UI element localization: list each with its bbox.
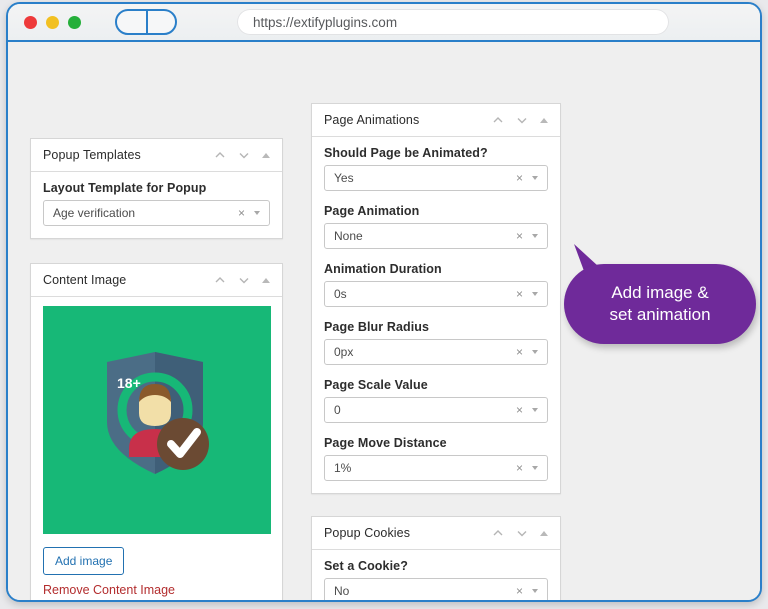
url-input[interactable]: https://extifyplugins.com <box>237 9 669 35</box>
add-image-button[interactable]: Add image <box>43 547 124 575</box>
clear-icon[interactable]: × <box>238 207 254 219</box>
select-set-a-cookie[interactable]: No × <box>324 578 548 602</box>
callout-bubble: Add image & set animation <box>564 242 756 344</box>
split-tab-icon[interactable] <box>115 9 177 35</box>
chevron-down-icon[interactable] <box>516 527 528 539</box>
chevron-up-icon[interactable] <box>214 274 226 286</box>
panel-title: Popup Cookies <box>324 526 492 540</box>
panel-header-icons <box>492 527 550 539</box>
panel-content-image: Content Image <box>30 263 283 602</box>
browser-window: https://extifyplugins.com Popup Template… <box>6 2 762 602</box>
chevron-down-icon[interactable] <box>532 408 538 412</box>
panel-body-content-image: 18+ Add image Remove Content Image <box>31 297 282 602</box>
select-value: 1% <box>334 461 516 475</box>
select-value: Yes <box>334 171 516 185</box>
panel-page-animations: Page Animations Should Page be Animated?… <box>311 103 561 494</box>
panel-header-page-animations[interactable]: Page Animations <box>312 104 560 137</box>
select-page-move-distance[interactable]: 1% × <box>324 455 548 481</box>
select-page-scale-value[interactable]: 0 × <box>324 397 548 423</box>
chevron-down-icon[interactable] <box>532 466 538 470</box>
select-value: Age verification <box>53 206 238 220</box>
remove-content-image-link[interactable]: Remove Content Image <box>43 583 270 597</box>
close-window-button[interactable] <box>24 16 37 29</box>
panel-title: Popup Templates <box>43 148 214 162</box>
select-value: 0px <box>334 345 516 359</box>
callout-text: Add image & set animation <box>564 264 756 344</box>
clear-icon[interactable]: × <box>516 585 532 597</box>
clear-icon[interactable]: × <box>516 462 532 474</box>
field-label-layout-template: Layout Template for Popup <box>43 181 270 195</box>
panel-body-popup-cookies: Set a Cookie? No × <box>312 550 560 602</box>
panel-header-icons <box>214 274 272 286</box>
field-label-animation-duration: Animation Duration <box>324 262 548 276</box>
panel-popup-templates: Popup Templates Layout Template for Popu… <box>30 138 283 239</box>
panel-header-popup-templates[interactable]: Popup Templates <box>31 139 282 172</box>
chevron-down-icon[interactable] <box>254 211 260 215</box>
field-label-should-page-be-animated: Should Page be Animated? <box>324 146 548 160</box>
chevron-down-icon[interactable] <box>238 149 250 161</box>
chevron-down-icon[interactable] <box>238 274 250 286</box>
svg-text:18+: 18+ <box>117 375 141 391</box>
field-label-page-blur-radius: Page Blur Radius <box>324 320 548 334</box>
select-value: None <box>334 229 516 243</box>
minimize-window-button[interactable] <box>46 16 59 29</box>
field-label-set-a-cookie: Set a Cookie? <box>324 559 548 573</box>
chevron-up-icon[interactable] <box>492 527 504 539</box>
collapse-triangle-icon[interactable] <box>262 278 270 283</box>
clear-icon[interactable]: × <box>516 172 532 184</box>
panel-body-page-animations: Should Page be Animated? Yes × Page Anim… <box>312 137 560 493</box>
maximize-window-button[interactable] <box>68 16 81 29</box>
content-image-preview: 18+ <box>43 306 271 534</box>
browser-title-bar: https://extifyplugins.com <box>8 4 760 42</box>
url-text: https://extifyplugins.com <box>253 15 397 30</box>
panel-header-icons <box>492 114 550 126</box>
panel-title: Content Image <box>43 273 214 287</box>
select-value: 0s <box>334 287 516 301</box>
select-page-blur-radius[interactable]: 0px × <box>324 339 548 365</box>
collapse-triangle-icon[interactable] <box>262 153 270 158</box>
callout-line-1: Add image & <box>611 282 708 304</box>
chevron-down-icon[interactable] <box>532 176 538 180</box>
chevron-down-icon[interactable] <box>532 589 538 593</box>
panel-header-content-image[interactable]: Content Image <box>31 264 282 297</box>
chevron-down-icon[interactable] <box>532 292 538 296</box>
age-verification-shield-illustration: 18+ <box>95 348 215 483</box>
panel-body-popup-templates: Layout Template for Popup Age verificati… <box>31 172 282 238</box>
select-should-page-be-animated[interactable]: Yes × <box>324 165 548 191</box>
select-animation-duration[interactable]: 0s × <box>324 281 548 307</box>
collapse-triangle-icon[interactable] <box>540 118 548 123</box>
chevron-up-icon[interactable] <box>492 114 504 126</box>
select-value: 0 <box>334 403 516 417</box>
window-controls <box>24 16 81 29</box>
select-value: No <box>334 584 516 598</box>
panel-header-popup-cookies[interactable]: Popup Cookies <box>312 517 560 550</box>
callout-line-2: set animation <box>609 304 710 326</box>
panel-header-icons <box>214 149 272 161</box>
select-layout-template[interactable]: Age verification × <box>43 200 270 226</box>
field-label-page-animation: Page Animation <box>324 204 548 218</box>
panel-title: Page Animations <box>324 113 492 127</box>
clear-icon[interactable]: × <box>516 346 532 358</box>
clear-icon[interactable]: × <box>516 404 532 416</box>
select-page-animation[interactable]: None × <box>324 223 548 249</box>
chevron-up-icon[interactable] <box>214 149 226 161</box>
clear-icon[interactable]: × <box>516 288 532 300</box>
chevron-down-icon[interactable] <box>532 234 538 238</box>
page-content: Popup Templates Layout Template for Popu… <box>8 42 760 602</box>
image-actions: Add image Remove Content Image <box>43 547 270 597</box>
field-label-page-scale-value: Page Scale Value <box>324 378 548 392</box>
chevron-down-icon[interactable] <box>516 114 528 126</box>
clear-icon[interactable]: × <box>516 230 532 242</box>
panel-popup-cookies: Popup Cookies Set a Cookie? No × <box>311 516 561 602</box>
collapse-triangle-icon[interactable] <box>540 531 548 536</box>
field-label-page-move-distance: Page Move Distance <box>324 436 548 450</box>
chevron-down-icon[interactable] <box>532 350 538 354</box>
